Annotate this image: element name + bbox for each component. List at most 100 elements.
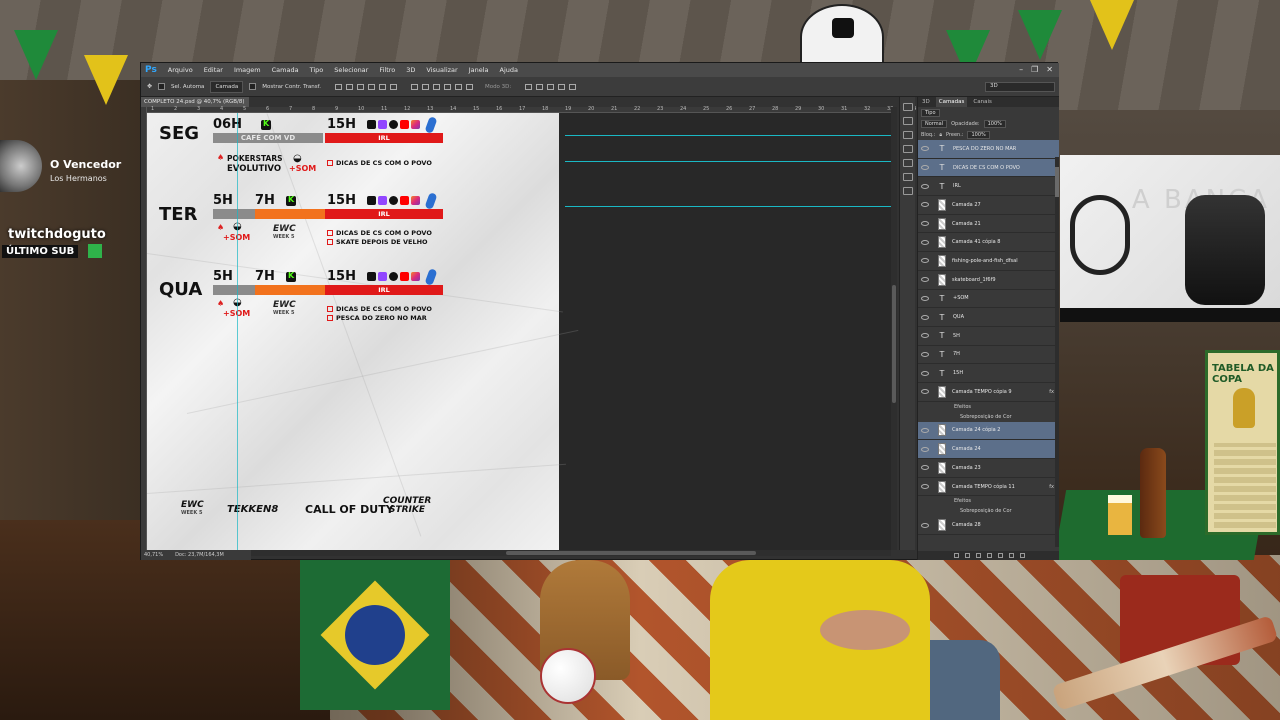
workspace-dropdown[interactable]: 3D — [985, 82, 1055, 92]
layer-row[interactable]: T +SOM — [918, 290, 1059, 309]
brush-icon[interactable] — [902, 131, 913, 139]
close-icon[interactable]: ✕ — [1046, 65, 1053, 74]
visibility-eye-icon[interactable] — [921, 295, 929, 301]
layer-effect-row[interactable]: Sobreposição de Cor — [918, 506, 1059, 516]
layer-row[interactable]: skateboard_1f6f9 — [918, 271, 1059, 290]
menu-imagem[interactable]: Imagem — [234, 66, 261, 74]
new-layer-icon[interactable] — [1008, 553, 1014, 558]
layer-row[interactable]: Camada 24 — [918, 440, 1059, 459]
canvas-horizontal-scrollbar[interactable] — [251, 550, 891, 556]
auto-select-target-dropdown[interactable]: Camada — [210, 80, 244, 93]
rotate-3d-icon[interactable] — [525, 83, 533, 90]
show-transform-checkbox[interactable] — [249, 83, 257, 90]
layer-row[interactable]: T PESCA DO ZERO NO MAR — [918, 140, 1059, 159]
opacity-input[interactable]: 100% — [983, 119, 1006, 128]
visibility-eye-icon[interactable] — [921, 351, 929, 357]
tools-icon[interactable] — [902, 187, 913, 195]
distribute-left-icon[interactable] — [443, 83, 451, 90]
layer-row[interactable]: fishing-pole-and-fish_dfsal — [918, 252, 1059, 271]
align-left-icon[interactable] — [367, 83, 375, 90]
visibility-eye-icon[interactable] — [921, 183, 929, 189]
visibility-eye-icon[interactable] — [921, 277, 929, 283]
visibility-eye-icon[interactable] — [921, 465, 929, 471]
mask-icon[interactable] — [975, 553, 981, 558]
canvas-area[interactable]: SEG 06H CAFÉ COM VD 15H IRL ♠ POKERSTARS… — [147, 113, 891, 550]
trash-icon[interactable] — [1019, 553, 1025, 558]
layer-row[interactable]: T QUA — [918, 308, 1059, 327]
visibility-eye-icon[interactable] — [921, 314, 929, 320]
menu-arquivo[interactable]: Arquivo — [168, 66, 193, 74]
visibility-eye-icon[interactable] — [921, 146, 929, 152]
zoom-level[interactable]: 40,71% — [144, 550, 163, 560]
menu-selecionar[interactable]: Selecionar — [334, 66, 368, 74]
document-tab[interactable]: COMPLETO 24.psd @ 40,7% (RGB/8) * — [141, 97, 249, 115]
layers-scrollbar[interactable] — [1055, 157, 1059, 547]
group-icon[interactable] — [997, 553, 1003, 558]
layer-row[interactable]: Camada 23 — [918, 459, 1059, 478]
scroll-thumb[interactable] — [506, 551, 756, 555]
align-right-icon[interactable] — [389, 83, 397, 90]
restore-icon[interactable]: ❐ — [1031, 65, 1038, 74]
layer-row[interactable]: Camada TEMPO cópia 11 fx — [918, 478, 1059, 497]
menu-tipo[interactable]: Tipo — [310, 66, 324, 74]
visibility-eye-icon[interactable] — [921, 221, 929, 227]
menu-janela[interactable]: Janela — [469, 66, 489, 74]
align-top-icon[interactable] — [334, 83, 342, 90]
menu-editar[interactable]: Editar — [204, 66, 223, 74]
distribute-top-icon[interactable] — [410, 83, 418, 90]
layer-row[interactable]: Camada 24 cópia 2 — [918, 421, 1059, 441]
swatches-icon[interactable] — [902, 173, 913, 181]
adjustment-layer-icon[interactable] — [986, 553, 992, 558]
visibility-eye-icon[interactable] — [921, 427, 929, 433]
layer-row[interactable]: T 7H — [918, 346, 1059, 365]
auto-select-checkbox[interactable] — [158, 83, 166, 90]
blend-mode-dropdown[interactable]: Normal — [921, 119, 948, 128]
visibility-eye-icon[interactable] — [921, 239, 929, 245]
minimize-icon[interactable]: – — [1019, 65, 1023, 74]
history-icon[interactable] — [902, 103, 913, 111]
kind-filter-dropdown[interactable]: Tipo — [921, 108, 940, 117]
styles-icon[interactable] — [902, 159, 913, 167]
layer-row[interactable]: T 15H — [918, 364, 1059, 383]
scroll-thumb[interactable] — [1055, 167, 1059, 197]
distribute-middle-icon[interactable] — [421, 83, 429, 90]
properties-icon[interactable] — [902, 117, 913, 125]
roll-3d-icon[interactable] — [536, 83, 544, 90]
tab-layers[interactable]: Camadas — [935, 97, 968, 107]
align-middle-icon[interactable] — [345, 83, 353, 90]
visibility-eye-icon[interactable] — [921, 258, 929, 264]
fx-icon[interactable] — [964, 553, 970, 558]
layer-row[interactable]: T IRL — [918, 177, 1059, 197]
menu-filtro[interactable]: Filtro — [379, 66, 395, 74]
visibility-eye-icon[interactable] — [921, 522, 929, 528]
layer-effect-row[interactable]: Sobreposição de Cor — [918, 412, 1059, 422]
fx-badge[interactable]: fx — [1049, 389, 1054, 395]
menu-camada[interactable]: Camada — [272, 66, 299, 74]
menu-ajuda[interactable]: Ajuda — [500, 66, 518, 74]
tab-channels[interactable]: Canais — [973, 97, 991, 107]
layer-row[interactable]: Camada 27 — [918, 196, 1059, 215]
link-layers-icon[interactable] — [953, 553, 959, 558]
visibility-eye-icon[interactable] — [921, 389, 929, 395]
drag-3d-icon[interactable] — [547, 83, 555, 90]
align-center-icon[interactable] — [378, 83, 386, 90]
slide-3d-icon[interactable] — [558, 83, 566, 90]
scroll-thumb[interactable] — [892, 285, 896, 403]
fill-input[interactable]: 100% — [967, 130, 990, 139]
fx-badge[interactable]: fx — [1049, 484, 1054, 490]
visibility-eye-icon[interactable] — [921, 446, 929, 452]
adjustments-icon[interactable] — [902, 145, 913, 153]
layer-effect-row[interactable]: Efeitos — [918, 496, 1059, 506]
distribute-bottom-icon[interactable] — [432, 83, 440, 90]
visibility-eye-icon[interactable] — [921, 333, 929, 339]
visibility-eye-icon[interactable] — [921, 165, 929, 171]
layer-effect-row[interactable]: Efeitos — [918, 402, 1059, 412]
lock-icon[interactable]: 🔒︎ — [939, 132, 942, 138]
layer-row[interactable]: Camada 21 — [918, 215, 1059, 234]
distribute-center-icon[interactable] — [454, 83, 462, 90]
tab-3d[interactable]: 3D — [922, 97, 930, 107]
menu-3d[interactable]: 3D — [406, 66, 415, 74]
distribute-right-icon[interactable] — [465, 83, 473, 90]
layer-row[interactable]: T 5H — [918, 327, 1059, 346]
visibility-eye-icon[interactable] — [921, 484, 929, 490]
